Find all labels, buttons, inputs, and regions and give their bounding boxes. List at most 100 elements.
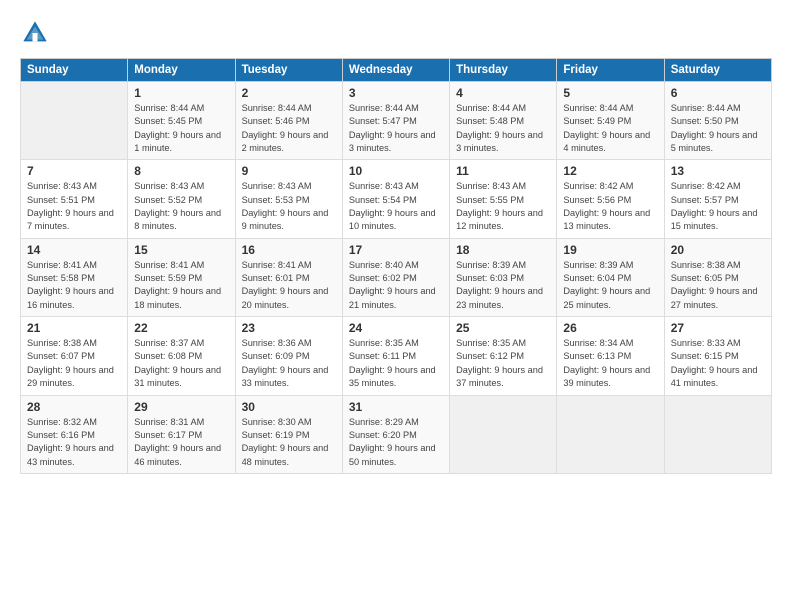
sunrise-text: Sunrise: 8:34 AM [563,337,657,350]
sunrise-text: Sunrise: 8:41 AM [242,259,336,272]
day-number: 26 [563,321,657,335]
day-info: Sunrise: 8:30 AMSunset: 6:19 PMDaylight:… [242,416,336,469]
calendar-cell: 8Sunrise: 8:43 AMSunset: 5:52 PMDaylight… [128,160,235,238]
day-number: 14 [27,243,121,257]
day-number: 4 [456,86,550,100]
day-number: 12 [563,164,657,178]
calendar-cell: 7Sunrise: 8:43 AMSunset: 5:51 PMDaylight… [21,160,128,238]
logo [20,18,54,48]
sunset-text: Sunset: 5:57 PM [671,194,765,207]
sunrise-text: Sunrise: 8:43 AM [349,180,443,193]
daylight-text: Daylight: 9 hours and 46 minutes. [134,442,228,469]
calendar-cell: 28Sunrise: 8:32 AMSunset: 6:16 PMDayligh… [21,395,128,473]
day-number: 18 [456,243,550,257]
calendar-cell: 27 Sunrise: 8:33 AMSunset: 6:15 PMDayligh… [664,317,771,395]
calendar-cell: 11Sunrise: 8:43 AMSunset: 5:55 PMDayligh… [450,160,557,238]
calendar-cell: 15 Sunrise: 8:41 AMSunset: 5:59 PMDayligh… [128,238,235,316]
day-number: 19 [563,243,657,257]
sunset-text: Sunset: 6:15 PM [671,350,765,363]
sunset-text: Sunset: 6:09 PM [242,350,336,363]
day-info: Sunrise: 8:39 AMSunset: 6:04 PMDaylight:… [563,259,657,312]
calendar-cell: 16Sunrise: 8:41 AMSunset: 6:01 PMDayligh… [235,238,342,316]
daylight-text: Daylight: 9 hours and 43 minutes. [27,442,121,469]
day-number: 11 [456,164,550,178]
day-number: 28 [27,400,121,414]
calendar-week-1: 1Sunrise: 8:44 AMSunset: 5:45 PMDaylight… [21,82,772,160]
sunrise-text: Sunrise: 8:42 AM [563,180,657,193]
daylight-text: Daylight: 9 hours and 48 minutes. [242,442,336,469]
sunset-text: Sunset: 6:01 PM [242,272,336,285]
calendar-cell: 2 Sunrise: 8:44 AMSunset: 5:46 PMDaylight… [235,82,342,160]
day-info: Sunrise: 8:33 AMSunset: 6:15 PMDaylight:… [671,337,765,390]
day-info: Sunrise: 8:43 AMSunset: 5:54 PMDaylight:… [349,180,443,233]
header-row: SundayMondayTuesdayWednesdayThursdayFrid… [21,59,772,82]
day-number: 10 [349,164,443,178]
day-number: 25 [456,321,550,335]
sunset-text: Sunset: 6:12 PM [456,350,550,363]
daylight-text: Daylight: 9 hours and 16 minutes. [27,285,121,312]
daylight-text: Daylight: 9 hours and 33 minutes. [242,364,336,391]
calendar-cell [664,395,771,473]
sunrise-text: Sunrise: 8:38 AM [27,337,121,350]
day-number: 1 [134,86,228,100]
daylight-text: Daylight: 9 hours and 12 minutes. [456,207,550,234]
day-number: 6 [671,86,765,100]
daylight-text: Daylight: 9 hours and 21 minutes. [349,285,443,312]
day-number: 27 [671,321,765,335]
daylight-text: Daylight: 9 hours and 3 minutes. [456,129,550,156]
sunset-text: Sunset: 5:45 PM [134,115,228,128]
sunset-text: Sunset: 6:11 PM [349,350,443,363]
daylight-text: Daylight: 9 hours and 2 minutes. [242,129,336,156]
calendar-cell: 26Sunrise: 8:34 AMSunset: 6:13 PMDayligh… [557,317,664,395]
calendar-cell: 30Sunrise: 8:30 AMSunset: 6:19 PMDayligh… [235,395,342,473]
day-info: Sunrise: 8:39 AMSunset: 6:03 PMDaylight:… [456,259,550,312]
sunset-text: Sunset: 6:04 PM [563,272,657,285]
sunset-text: Sunset: 5:51 PM [27,194,121,207]
sunrise-text: Sunrise: 8:44 AM [563,102,657,115]
sunset-text: Sunset: 6:08 PM [134,350,228,363]
day-info: Sunrise: 8:44 AMSunset: 5:49 PMDaylight:… [563,102,657,155]
header [20,18,772,48]
sunrise-text: Sunrise: 8:36 AM [242,337,336,350]
sunrise-text: Sunrise: 8:41 AM [27,259,121,272]
sunrise-text: Sunrise: 8:44 AM [242,102,336,115]
day-info: Sunrise: 8:35 AMSunset: 6:11 PMDaylight:… [349,337,443,390]
calendar-week-2: 7Sunrise: 8:43 AMSunset: 5:51 PMDaylight… [21,160,772,238]
day-number: 16 [242,243,336,257]
logo-icon [20,18,50,48]
sunset-text: Sunset: 5:47 PM [349,115,443,128]
calendar-cell: 14Sunrise: 8:41 AMSunset: 5:58 PMDayligh… [21,238,128,316]
sunset-text: Sunset: 6:05 PM [671,272,765,285]
day-info: Sunrise: 8:41 AMSunset: 5:59 PMDaylight:… [134,259,228,312]
calendar-week-3: 14Sunrise: 8:41 AMSunset: 5:58 PMDayligh… [21,238,772,316]
col-header-thursday: Thursday [450,59,557,82]
daylight-text: Daylight: 9 hours and 9 minutes. [242,207,336,234]
daylight-text: Daylight: 9 hours and 27 minutes. [671,285,765,312]
sunrise-text: Sunrise: 8:44 AM [349,102,443,115]
day-info: Sunrise: 8:44 AMSunset: 5:46 PMDaylight:… [242,102,336,155]
calendar-cell: 31Sunrise: 8:29 AMSunset: 6:20 PMDayligh… [342,395,449,473]
sunrise-text: Sunrise: 8:43 AM [134,180,228,193]
day-number: 24 [349,321,443,335]
day-number: 15 [134,243,228,257]
day-number: 8 [134,164,228,178]
daylight-text: Daylight: 9 hours and 7 minutes. [27,207,121,234]
day-number: 2 [242,86,336,100]
calendar-week-5: 28Sunrise: 8:32 AMSunset: 6:16 PMDayligh… [21,395,772,473]
sunrise-text: Sunrise: 8:35 AM [349,337,443,350]
sunrise-text: Sunrise: 8:43 AM [27,180,121,193]
calendar-cell: 19 Sunrise: 8:39 AMSunset: 6:04 PMDayligh… [557,238,664,316]
calendar-cell: 13Sunrise: 8:42 AMSunset: 5:57 PMDayligh… [664,160,771,238]
sunrise-text: Sunrise: 8:44 AM [671,102,765,115]
sunrise-text: Sunrise: 8:44 AM [134,102,228,115]
daylight-text: Daylight: 9 hours and 8 minutes. [134,207,228,234]
calendar-cell: 23Sunrise: 8:36 AMSunset: 6:09 PMDayligh… [235,317,342,395]
sunrise-text: Sunrise: 8:38 AM [671,259,765,272]
sunrise-text: Sunrise: 8:33 AM [671,337,765,350]
calendar-cell: 21Sunrise: 8:38 AMSunset: 6:07 PMDayligh… [21,317,128,395]
day-number: 22 [134,321,228,335]
col-header-friday: Friday [557,59,664,82]
daylight-text: Daylight: 9 hours and 50 minutes. [349,442,443,469]
daylight-text: Daylight: 9 hours and 29 minutes. [27,364,121,391]
sunrise-text: Sunrise: 8:43 AM [242,180,336,193]
